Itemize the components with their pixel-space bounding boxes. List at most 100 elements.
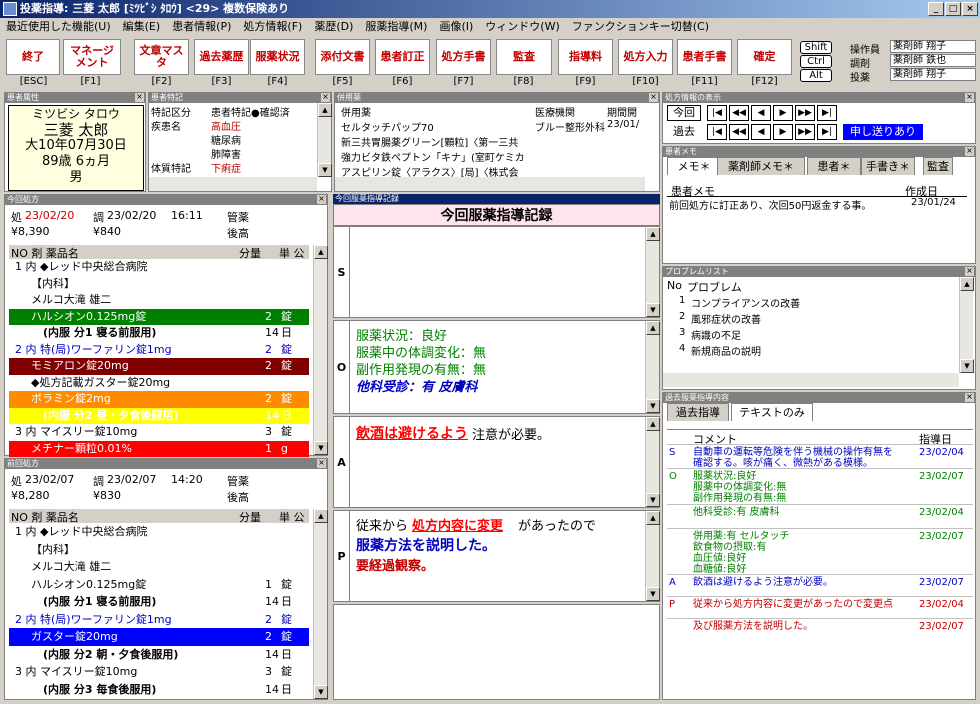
vertical-scrollbar[interactable]: ▲ ▼ — [313, 509, 328, 699]
scroll-up-icon[interactable]: ▲ — [314, 509, 328, 523]
rx-row[interactable]: 3 内 マイスリー錠10mg 3 錠 — [9, 424, 309, 441]
nav-arrow-icon[interactable]: ▶▶ — [795, 124, 815, 140]
scroll-down-icon[interactable]: ▼ — [646, 303, 660, 317]
guidance-row[interactable]: 併用薬:有 セルタッチ 飲食物の摂取:有 血圧値:良好 血糖値:良好 23/02/… — [667, 528, 973, 575]
nav-arrow-icon[interactable]: ◀ — [751, 105, 771, 121]
guidance-row[interactable]: O 服薬状況:良好 服薬中の体調変化:無 副作用発現の有無:無 23/02/07 — [667, 468, 973, 504]
horizontal-scrollbar[interactable] — [149, 177, 317, 191]
rx-row[interactable]: 2 内 特(局)ワーファリン錠1mg 2 錠 — [9, 342, 309, 359]
rx-row[interactable]: 【内科】 — [9, 541, 309, 559]
fkey-button[interactable]: 処方手書 — [436, 39, 491, 75]
close-icon[interactable]: × — [317, 195, 326, 204]
concomitant-drug[interactable]: セルタッチパップ70 — [341, 119, 434, 134]
scroll-down-icon[interactable]: ▼ — [646, 399, 660, 413]
vertical-scrollbar[interactable]: ▲ ▼ — [645, 321, 660, 413]
horizontal-scrollbar[interactable] — [663, 373, 959, 387]
rx-row[interactable]: ハルシオン0.125mg錠 1 錠 — [9, 576, 309, 594]
past-toggle[interactable]: 過去 — [667, 124, 701, 140]
fkey-button[interactable]: 文章マスタ — [134, 39, 189, 75]
scroll-up-icon[interactable]: ▲ — [646, 417, 660, 431]
close-icon[interactable]: × — [965, 393, 974, 402]
guidance-row[interactable]: P 従来から処方内容に変更があったので変更点 23/02/04 — [667, 596, 973, 618]
scroll-up-icon[interactable]: ▲ — [646, 511, 660, 525]
rx-row[interactable]: メルコ大滝 雄二 — [9, 558, 309, 576]
nav-arrow-icon[interactable]: ▶| — [817, 124, 837, 140]
rx-row[interactable]: 【内科】 — [9, 276, 309, 293]
scroll-up-icon[interactable]: ▲ — [318, 103, 332, 117]
nav-arrow-icon[interactable]: ▶ — [773, 124, 793, 140]
problem-item[interactable]: 新規商品の説明 — [691, 343, 761, 358]
fkey-button[interactable]: 服薬状況 — [250, 39, 305, 75]
memo-tab[interactable]: 患者＊ — [807, 157, 861, 175]
rx-row[interactable]: メチナー顆粒0.01% 1 g — [9, 440, 309, 457]
rx-row[interactable]: 2 内 特(局)ワーファリン錠1mg 2 錠 — [9, 611, 309, 629]
guidance-tab[interactable]: 過去指導 — [667, 403, 729, 421]
problem-item[interactable]: 風邪症状の改善 — [691, 311, 761, 326]
fkey-button[interactable]: 処方入力 — [618, 39, 673, 75]
modifier-shift-button[interactable]: Shift — [800, 41, 832, 54]
rx-row[interactable]: 1 内 ◆レッド中央総合病院 — [9, 259, 309, 276]
nav-arrow-icon[interactable]: |◀ — [707, 105, 727, 121]
fkey-button[interactable]: 監査 — [496, 39, 552, 75]
menu-item[interactable]: 編集(E) — [117, 18, 167, 36]
menu-item[interactable]: ファンクションキー切替(C) — [566, 18, 715, 36]
memo-text[interactable]: 前回処方に訂正あり、次回50円返金する事。 — [669, 197, 871, 212]
problem-item[interactable]: コンプライアンスの改善 — [691, 295, 800, 310]
vertical-scrollbar[interactable]: ▲ ▼ — [317, 103, 332, 177]
vertical-scrollbar[interactable]: ▲ ▼ — [959, 277, 974, 373]
scroll-down-icon[interactable]: ▼ — [646, 587, 660, 601]
nav-arrow-icon[interactable]: ◀ — [751, 124, 771, 140]
rx-row[interactable]: (内服 分3 毎食後服用) 14 日 — [9, 681, 309, 699]
scroll-down-icon[interactable]: ▼ — [314, 685, 328, 699]
rx-row[interactable]: モミアロン錠20mg 2 錠 — [9, 358, 309, 375]
rx-row[interactable]: ◆処方記載ガスター錠20mg — [9, 375, 309, 392]
rx-row[interactable]: (内服 分1 寝る前服用) 14 日 — [9, 593, 309, 611]
modifier-alt-button[interactable]: Alt — [800, 69, 832, 82]
fkey-button[interactable]: マネージ メント — [63, 39, 121, 75]
fkey-button[interactable]: 患者手書 — [677, 39, 732, 75]
close-icon[interactable]: × — [135, 93, 144, 102]
rx-row[interactable]: メルコ大滝 雄二 — [9, 292, 309, 309]
soap-a-box[interactable]: A ▲ ▼ 飲酒は避けるよう 注意が必要。 — [333, 416, 660, 508]
scroll-down-icon[interactable]: ▼ — [314, 441, 328, 455]
vertical-scrollbar[interactable]: ▲ ▼ — [645, 227, 660, 317]
guidance-row[interactable]: 及び服薬方法を説明した。 23/02/07 — [667, 618, 973, 638]
concomitant-drug[interactable]: 強力ビタ鉄ペプトン「キナ」(室町ケミカ — [341, 149, 525, 164]
soap-o-box[interactable]: O ▲ ▼ 服薬状況：良好 服薬中の体調変化：無 副作用発現の有無：無 他科受診：有 皮膚科 — [333, 320, 660, 414]
nav-arrow-icon[interactable]: ◀◀ — [729, 105, 749, 121]
menu-item[interactable]: 最近使用した機能(U) — [0, 18, 117, 36]
maximize-button[interactable]: □ — [945, 2, 961, 16]
close-icon[interactable]: × — [649, 93, 658, 102]
concomitant-drug[interactable]: 新三共胃腸薬グリーン[顆粒]〈第一三共 — [341, 134, 518, 149]
fkey-button[interactable]: 過去薬歴 — [194, 39, 249, 75]
rx-row[interactable]: 1 内 ◆レッド中央総合病院 — [9, 523, 309, 541]
nav-arrow-icon[interactable]: ◀◀ — [729, 124, 749, 140]
nav-arrow-icon[interactable]: ▶ — [773, 105, 793, 121]
nav-arrow-icon[interactable]: ▶▶ — [795, 105, 815, 121]
menu-item[interactable]: 処方情報(F) — [237, 18, 308, 36]
guidance-row[interactable]: 他科受診:有 皮膚科 23/02/04 — [667, 504, 973, 528]
fkey-button[interactable]: 終了 — [6, 39, 60, 75]
rx-row[interactable]: (内服 分2 朝・夕食後服用) 14 日 — [9, 646, 309, 664]
close-icon[interactable]: × — [321, 93, 330, 102]
nav-arrow-icon[interactable]: |◀ — [707, 124, 727, 140]
fkey-button[interactable]: 患者訂正 — [375, 39, 430, 75]
vertical-scrollbar[interactable]: ▲ ▼ — [645, 511, 660, 601]
horizontal-scrollbar[interactable] — [335, 177, 645, 191]
menu-item[interactable]: 画像(I) — [433, 18, 479, 36]
soap-p-box[interactable]: P ▲ ▼ 従来から 処方内容に変更 があったので 服薬方法を説明した。 要経過観察。 — [333, 510, 660, 602]
scroll-up-icon[interactable]: ▲ — [646, 321, 660, 335]
rx-row[interactable]: 3 内 マイスリー錠10mg 3 錠 — [9, 663, 309, 681]
scroll-up-icon[interactable]: ▲ — [646, 227, 660, 241]
close-icon[interactable]: × — [965, 267, 974, 276]
soap-s-box[interactable]: S ▲ ▼ — [333, 226, 660, 318]
fkey-button[interactable]: 確定 — [737, 39, 792, 75]
menu-item[interactable]: 服薬指導(M) — [359, 18, 433, 36]
rx-row[interactable]: ハルシオン0.125mg錠 2 錠 — [9, 308, 309, 325]
close-icon[interactable]: × — [965, 93, 974, 102]
fkey-button[interactable]: 添付文書 — [315, 39, 370, 75]
nav-arrow-icon[interactable]: ▶| — [817, 105, 837, 121]
rx-row[interactable]: (内服 分1 寝る前服用) 14 日 — [9, 325, 309, 342]
fkey-button[interactable]: 指導料 — [558, 39, 613, 75]
memo-tab[interactable]: 薬剤師メモ＊ — [717, 157, 805, 175]
